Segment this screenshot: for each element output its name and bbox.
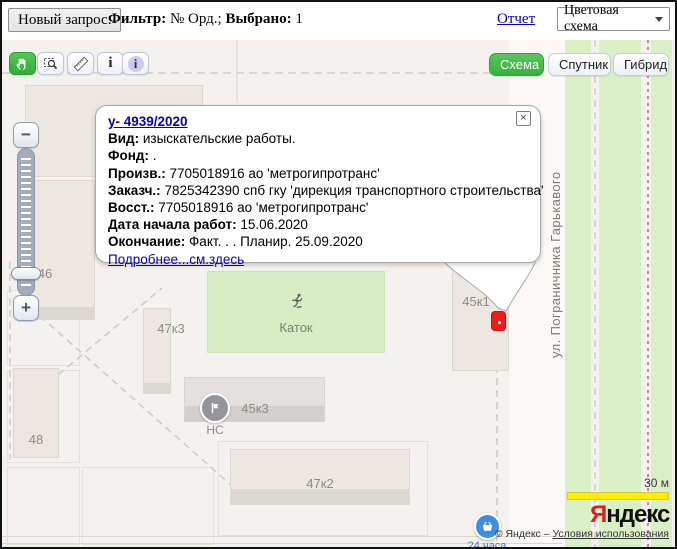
filter-label: Фильтр: bbox=[108, 11, 166, 27]
row-value: изыскательские работы. bbox=[139, 131, 295, 146]
chevron-down-icon bbox=[655, 17, 663, 22]
map-type-hybrid-button[interactable]: Гибрид bbox=[613, 53, 669, 76]
report-link[interactable]: Отчет bbox=[497, 11, 535, 28]
color-scheme-selected-value: Цветовая схема bbox=[564, 3, 655, 35]
zoom-out-button[interactable]: − bbox=[13, 122, 39, 148]
zoom-area-tool-button[interactable] bbox=[37, 52, 64, 75]
balloon-row: Вид: изыскательские работы. bbox=[108, 130, 528, 147]
building-48-label: 48 bbox=[16, 432, 56, 447]
zoom-slider-handle[interactable] bbox=[11, 267, 41, 280]
info-balloon: у- 4939/2020 Вид: изыскательские работы.… bbox=[95, 105, 541, 263]
terms-of-use-link[interactable]: Условия использования bbox=[552, 528, 669, 540]
row-label: Восст.: bbox=[108, 200, 155, 215]
balloon-row: Произв.: 7705018916 ао 'метрогипротранс' bbox=[108, 165, 528, 182]
building-roof-strip bbox=[144, 383, 170, 393]
shop-24h-label: 24 часа bbox=[457, 540, 517, 547]
ns-label: НС bbox=[200, 423, 230, 437]
row-value: 7705018916 ао 'метрогипротранс' bbox=[166, 166, 380, 181]
balloon-row: Восст.: 7705018916 ао 'метрогипротранс' bbox=[108, 199, 528, 216]
scale-bar bbox=[567, 492, 669, 500]
order-number-link[interactable]: у- 4939/2020 bbox=[108, 114, 188, 129]
filter-status-text: Фильтр: № Орд.; Выбрано: 1 bbox=[108, 11, 303, 28]
ruler-icon bbox=[73, 56, 89, 72]
construction-flag-poi[interactable] bbox=[200, 393, 230, 423]
selected-count: 1 bbox=[292, 11, 303, 27]
ice-rink-area bbox=[207, 271, 385, 353]
skater-icon bbox=[289, 293, 305, 309]
details-link[interactable]: Подробнее...см.здесь bbox=[108, 252, 244, 267]
row-value: . bbox=[149, 148, 157, 163]
building-roof-strip bbox=[231, 489, 409, 504]
map-canvas[interactable]: 46 48 47к3 Каток 45к3 bbox=[2, 40, 675, 547]
yandex-logo: Яндекс bbox=[590, 501, 669, 529]
object-info-tool-button[interactable]: i bbox=[122, 52, 149, 75]
map-type-scheme-button[interactable]: Схема bbox=[489, 53, 544, 76]
color-scheme-select[interactable]: Цветовая схема bbox=[557, 7, 670, 31]
building-47k2-label: 47к2 bbox=[230, 476, 410, 491]
top-toolbar: Новый запрос. Фильтр: № Орд.; Выбрано: 1… bbox=[2, 2, 675, 40]
flag-icon bbox=[208, 401, 222, 415]
filter-value: № Орд.; bbox=[166, 11, 225, 27]
pan-tool-button[interactable] bbox=[9, 52, 36, 75]
info-circle-icon: i bbox=[128, 56, 144, 72]
logo-first-letter: Я bbox=[590, 501, 606, 528]
row-label: Окончание: bbox=[108, 234, 185, 249]
balloon-row: Фонд: . bbox=[108, 147, 528, 164]
row-label: Произв.: bbox=[108, 166, 166, 181]
row-label: Вид: bbox=[108, 131, 139, 146]
map-type-satellite-button[interactable]: Спутник bbox=[548, 53, 611, 76]
selected-placemark[interactable] bbox=[491, 311, 506, 331]
info-tool-button[interactable]: i bbox=[97, 52, 124, 75]
info-icon: i bbox=[108, 56, 112, 71]
row-value: Факт. . . Планир. 25.09.2020 bbox=[185, 234, 362, 249]
building-45k3-label: 45к3 bbox=[225, 401, 285, 416]
balloon-tail bbox=[422, 262, 542, 314]
balloon-row: Окончание: Факт. . . Планир. 25.09.2020 bbox=[108, 233, 528, 250]
balloon-close-button[interactable]: × bbox=[516, 111, 531, 126]
row-label: Фонд: bbox=[108, 148, 149, 163]
selected-label: Выбрано: bbox=[225, 11, 291, 27]
zoom-area-icon bbox=[43, 56, 59, 72]
balloon-row: Заказч.: 7825342390 спб гку 'дирекция тр… bbox=[108, 182, 528, 199]
row-value: 7825342390 спб гку 'дирекция транспортно… bbox=[161, 183, 544, 198]
row-label: Заказч.: bbox=[108, 183, 161, 198]
row-value: 7705018916 ао 'метрогипротранс' bbox=[155, 200, 369, 215]
app-window: Новый запрос. Фильтр: № Орд.; Выбрано: 1… bbox=[0, 0, 677, 549]
balloon-row: Дата начала работ: 15.06.2020 bbox=[108, 216, 528, 233]
copyright-label: © Яндекс – bbox=[495, 528, 553, 540]
street-name-label: ул. Пограничника Гарькавого bbox=[548, 172, 563, 359]
logo-rest: ндекс bbox=[606, 501, 669, 528]
row-value: 15.06.2020 bbox=[237, 217, 308, 232]
new-request-button[interactable]: Новый запрос. bbox=[8, 8, 121, 32]
building-47k3-label: 47к3 bbox=[141, 321, 201, 336]
row-label: Дата начала работ: bbox=[108, 217, 237, 232]
zoom-in-button[interactable]: + bbox=[13, 295, 39, 321]
ice-rink-label: Каток bbox=[207, 320, 385, 335]
hand-icon bbox=[15, 56, 30, 71]
ruler-tool-button[interactable] bbox=[67, 52, 94, 75]
scale-label: 30 м bbox=[567, 476, 669, 490]
copyright-text: © Яндекс – Условия использования bbox=[495, 528, 669, 540]
basket-icon bbox=[480, 519, 495, 534]
